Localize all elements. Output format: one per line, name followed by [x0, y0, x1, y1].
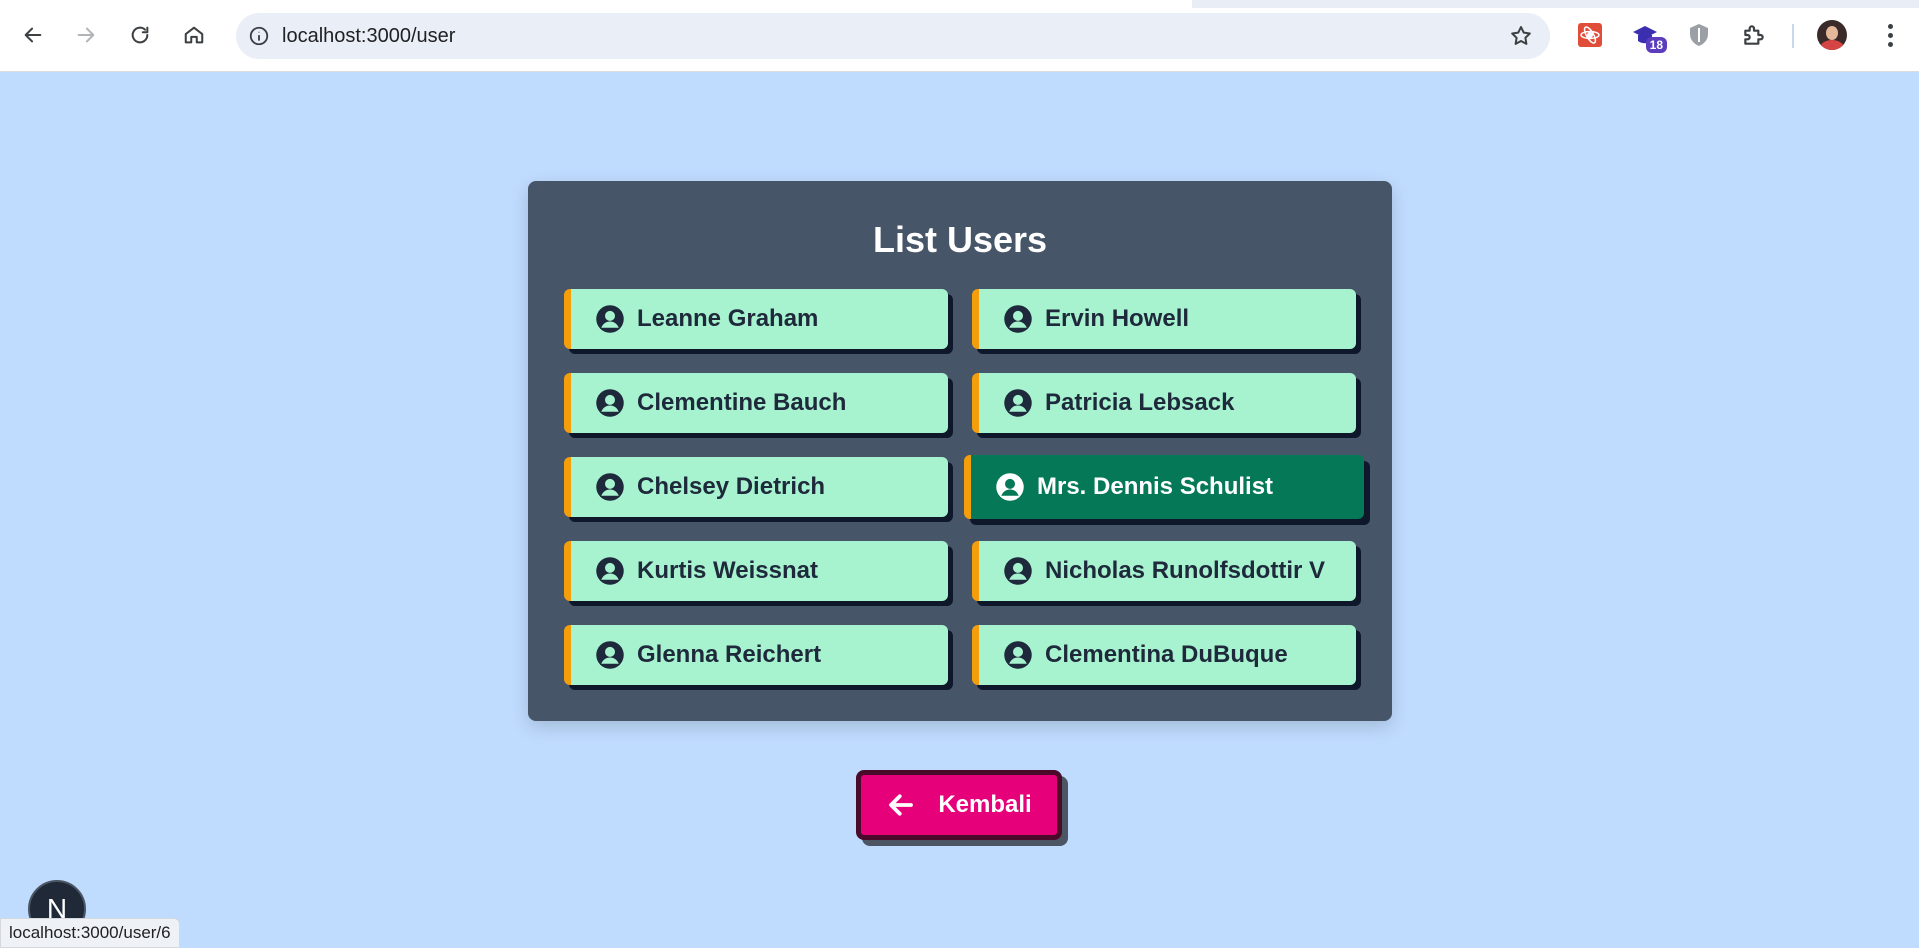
user-circle-icon: [1003, 388, 1033, 418]
url-text[interactable]: localhost:3000/user: [282, 25, 1498, 48]
browser-toolbar: localhost:3000/user 18: [0, 0, 1919, 72]
user-name: Clementine Bauch: [637, 389, 847, 416]
user-name: Ervin Howell: [1045, 305, 1190, 332]
user-circle-icon: [995, 472, 1025, 502]
user-circle-icon: [595, 388, 625, 418]
back-button-label: Kembali: [938, 791, 1032, 818]
user-name: Patricia Lebsack: [1045, 389, 1235, 416]
shield-extension-icon[interactable]: [1681, 17, 1717, 53]
reload-icon[interactable]: [122, 17, 158, 53]
user-name: Kurtis Weissnat: [637, 557, 818, 584]
user-button[interactable]: Patricia Lebsack: [972, 373, 1356, 433]
home-icon[interactable]: [176, 17, 212, 53]
user-button[interactable]: Leanne Graham: [564, 289, 948, 349]
profile-avatar[interactable]: [1817, 20, 1847, 50]
user-name: Chelsey Dietrich: [637, 473, 826, 500]
user-name: Mrs. Dennis Schulist: [1037, 473, 1274, 500]
user-list-card: List Users Leanne Graham Ervin Howell Cl…: [528, 181, 1392, 721]
user-name: Clementina DuBuque: [1045, 641, 1288, 668]
user-circle-icon: [595, 556, 625, 586]
user-button[interactable]: Clementina DuBuque: [972, 625, 1356, 685]
extension-badge: 18: [1645, 37, 1667, 53]
user-button-active[interactable]: Mrs. Dennis Schulist: [964, 455, 1364, 519]
forward-arrow-icon[interactable]: [68, 17, 104, 53]
react-devtools-extension-icon[interactable]: [1572, 17, 1608, 53]
bookmark-star-icon[interactable]: [1498, 13, 1544, 59]
menu-dots-icon[interactable]: [1872, 17, 1908, 53]
site-info-icon[interactable]: [236, 13, 282, 59]
user-button[interactable]: Nicholas Runolfsdottir V: [972, 541, 1356, 601]
puzzle-extensions-icon[interactable]: [1736, 17, 1772, 53]
user-name: Leanne Graham: [637, 305, 819, 332]
status-bar-url: localhost:3000/user/6: [0, 918, 180, 948]
user-circle-icon: [595, 304, 625, 334]
user-button[interactable]: Chelsey Dietrich: [564, 457, 948, 517]
user-circle-icon: [1003, 556, 1033, 586]
back-arrow-icon[interactable]: [15, 17, 51, 53]
user-name: Glenna Reichert: [637, 641, 822, 668]
page-title: List Users: [872, 219, 1048, 260]
user-circle-icon: [595, 640, 625, 670]
arrow-left-icon: [889, 794, 914, 816]
graduation-cap-extension-icon[interactable]: 18: [1627, 17, 1667, 53]
user-circle-icon: [595, 472, 625, 502]
toolbar-divider: [1792, 24, 1794, 48]
user-name: Nicholas Runolfsdottir V: [1045, 557, 1326, 584]
user-circle-icon: [1003, 640, 1033, 670]
back-button[interactable]: Kembali: [856, 770, 1062, 840]
tab-strip: [0, 0, 1919, 8]
user-button[interactable]: Clementine Bauch: [564, 373, 948, 433]
user-button[interactable]: Glenna Reichert: [564, 625, 948, 685]
user-button[interactable]: Kurtis Weissnat: [564, 541, 948, 601]
address-bar[interactable]: localhost:3000/user: [236, 13, 1550, 59]
user-circle-icon: [1003, 304, 1033, 334]
user-button[interactable]: Ervin Howell: [972, 289, 1356, 349]
